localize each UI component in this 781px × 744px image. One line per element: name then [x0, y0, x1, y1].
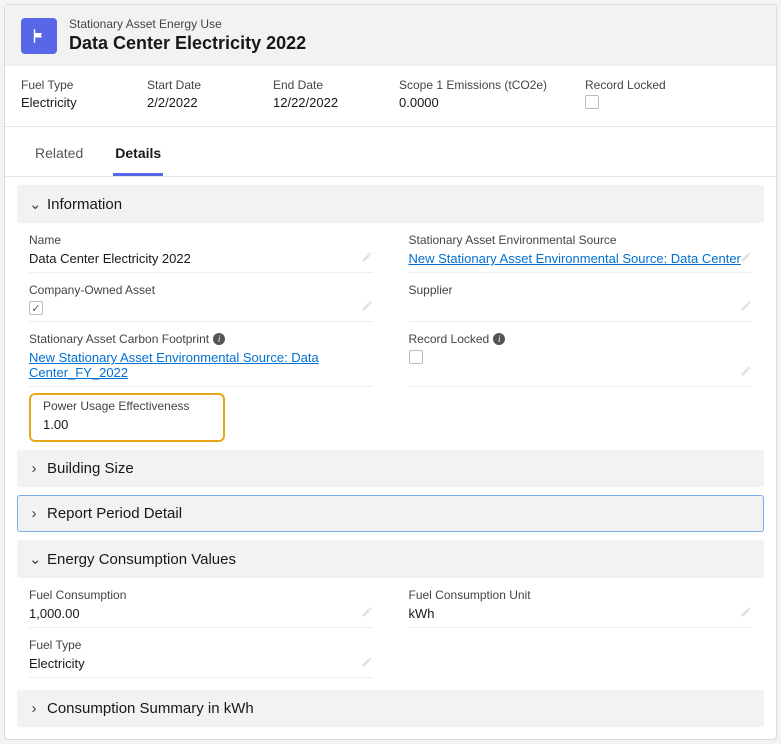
- field-label-text: Record Locked: [409, 332, 490, 346]
- summary-value: 12/22/2022: [273, 95, 363, 110]
- field-value: kWh: [409, 606, 753, 621]
- field-carbon-footprint[interactable]: Stationary Asset Carbon Footprint i New …: [29, 332, 373, 387]
- pencil-icon[interactable]: [740, 365, 752, 380]
- section-toggle-report-period[interactable]: › Report Period Detail: [17, 495, 764, 532]
- chevron-down-icon: ⌄: [29, 550, 39, 568]
- field-label: Name: [29, 233, 373, 247]
- pencil-icon[interactable]: [361, 300, 373, 315]
- field-label: Stationary Asset Carbon Footprint i: [29, 332, 373, 346]
- field-label: Record Locked i: [409, 332, 753, 346]
- field-env-source[interactable]: Stationary Asset Environmental Source Ne…: [409, 233, 753, 273]
- tab-bar: Related Details: [5, 133, 776, 177]
- tab-related[interactable]: Related: [33, 133, 85, 176]
- field-supplier[interactable]: Supplier: [409, 283, 753, 322]
- section-toggle-consumption-summary[interactable]: › Consumption Summary in kWh: [17, 690, 764, 727]
- chevron-right-icon: ›: [29, 460, 39, 477]
- field-label-text: Stationary Asset Carbon Footprint: [29, 332, 209, 346]
- field-label: Fuel Consumption: [29, 588, 373, 602]
- summary-value: Electricity: [21, 95, 111, 110]
- field-value: Data Center Electricity 2022: [29, 251, 373, 266]
- summary-scope1: Scope 1 Emissions (tCO2e) 0.0000: [399, 78, 549, 110]
- field-fuel-consumption-unit[interactable]: Fuel Consumption Unit kWh: [409, 588, 753, 628]
- field-value: 1,000.00: [29, 606, 373, 621]
- field-label: Supplier: [409, 283, 753, 297]
- section-energy-consumption: ⌄ Energy Consumption Values Fuel Consump…: [17, 540, 764, 682]
- summary-value: 2/2/2022: [147, 95, 237, 110]
- field-value-link[interactable]: New Stationary Asset Environmental Sourc…: [29, 350, 373, 380]
- section-title: Information: [47, 196, 122, 213]
- summary-label: End Date: [273, 78, 363, 92]
- field-name[interactable]: Name Data Center Electricity 2022: [29, 233, 373, 273]
- summary-fuel-type: Fuel Type Electricity: [21, 78, 111, 110]
- field-fuel-consumption[interactable]: Fuel Consumption 1,000.00: [29, 588, 373, 628]
- record-locked-checkbox: [409, 350, 423, 364]
- summary-label: Record Locked: [585, 78, 675, 92]
- summary-label: Fuel Type: [21, 78, 111, 92]
- company-owned-checkbox: [29, 301, 43, 315]
- field-label: Company-Owned Asset: [29, 283, 373, 297]
- field-label: Power Usage Effectiveness: [43, 399, 211, 413]
- field-fuel-type[interactable]: Fuel Type Electricity: [29, 638, 373, 678]
- section-body-energy-consumption: Fuel Consumption 1,000.00 Fuel Consumpti…: [17, 578, 764, 682]
- object-label: Stationary Asset Energy Use: [69, 17, 306, 31]
- section-information: ⌄ Information Name Data Center Electrici…: [17, 185, 764, 442]
- chevron-right-icon: ›: [29, 700, 39, 717]
- page-title: Data Center Electricity 2022: [69, 33, 306, 54]
- tab-details[interactable]: Details: [113, 133, 163, 176]
- pencil-icon[interactable]: [361, 251, 373, 266]
- record-locked-checkbox: [585, 95, 599, 109]
- flag-icon: [21, 18, 57, 54]
- section-building-size: › Building Size: [17, 450, 764, 487]
- pencil-icon[interactable]: [361, 606, 373, 621]
- summary-record-locked: Record Locked: [585, 78, 675, 110]
- section-report-period: › Report Period Detail: [17, 495, 764, 532]
- section-title: Energy Consumption Values: [47, 551, 236, 568]
- record-page: Stationary Asset Energy Use Data Center …: [4, 4, 777, 740]
- field-value-link[interactable]: New Stationary Asset Environmental Sourc…: [409, 251, 753, 266]
- section-body-information: Name Data Center Electricity 2022 Statio…: [17, 223, 764, 391]
- summary-label: Scope 1 Emissions (tCO2e): [399, 78, 549, 92]
- pencil-icon[interactable]: [740, 251, 752, 266]
- summary-label: Start Date: [147, 78, 237, 92]
- field-label: Fuel Consumption Unit: [409, 588, 753, 602]
- section-toggle-energy-consumption[interactable]: ⌄ Energy Consumption Values: [17, 540, 764, 578]
- chevron-down-icon: ⌄: [29, 195, 39, 213]
- field-record-locked[interactable]: Record Locked i: [409, 332, 753, 387]
- chevron-right-icon: ›: [29, 505, 39, 522]
- pue-highlight: Power Usage Effectiveness 1.00: [29, 393, 225, 442]
- section-toggle-building-size[interactable]: › Building Size: [17, 450, 764, 487]
- field-label: Fuel Type: [29, 638, 373, 652]
- pencil-icon[interactable]: [740, 606, 752, 621]
- field-pue[interactable]: Power Usage Effectiveness 1.00: [43, 399, 211, 432]
- info-icon[interactable]: i: [213, 333, 225, 345]
- section-title: Building Size: [47, 460, 134, 477]
- section-title: Report Period Detail: [47, 505, 182, 522]
- pencil-icon[interactable]: [361, 656, 373, 671]
- field-value: Electricity: [29, 656, 373, 671]
- summary-start-date: Start Date 2/2/2022: [147, 78, 237, 110]
- record-header: Stationary Asset Energy Use Data Center …: [5, 5, 776, 66]
- section-consumption-summary: › Consumption Summary in kWh: [17, 690, 764, 727]
- field-label: Stationary Asset Environmental Source: [409, 233, 753, 247]
- header-text: Stationary Asset Energy Use Data Center …: [69, 17, 306, 54]
- field-value: 1.00: [43, 417, 211, 432]
- pencil-icon[interactable]: [740, 300, 752, 315]
- info-icon[interactable]: i: [493, 333, 505, 345]
- field-company-owned[interactable]: Company-Owned Asset: [29, 283, 373, 322]
- highlights-panel: Fuel Type Electricity Start Date 2/2/202…: [5, 66, 776, 127]
- summary-end-date: End Date 12/22/2022: [273, 78, 363, 110]
- summary-value: 0.0000: [399, 95, 549, 110]
- section-title: Consumption Summary in kWh: [47, 700, 254, 717]
- section-toggle-information[interactable]: ⌄ Information: [17, 185, 764, 223]
